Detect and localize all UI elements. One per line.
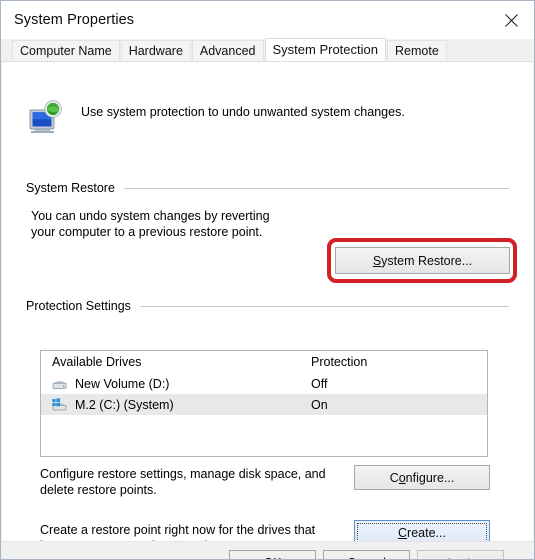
- column-header-protection: Protection: [311, 355, 368, 369]
- title-bar: System Properties: [1, 1, 534, 39]
- system-drive-windows-icon: [51, 397, 68, 412]
- create-description-line1: Create a restore point right now for the…: [40, 523, 316, 537]
- panel-header: Use system protection to undo unwanted s…: [26, 98, 405, 136]
- configure-description-line1: Configure restore settings, manage disk …: [40, 467, 326, 481]
- configure-button-accel: o: [398, 470, 406, 485]
- configure-button[interactable]: Configure...: [354, 465, 490, 490]
- window-title: System Properties: [14, 12, 135, 28]
- system-restore-description: You can undo system changes by reverting…: [31, 209, 321, 240]
- apply-button-label: Apply: [445, 556, 476, 560]
- column-header-available-drives: Available Drives: [52, 355, 142, 369]
- group-system-restore-header: System Restore: [26, 181, 509, 195]
- group-divider: [123, 187, 509, 189]
- group-system-restore-label: System Restore: [26, 181, 115, 195]
- tab-advanced[interactable]: Advanced: [191, 40, 264, 61]
- tab-remote[interactable]: Remote: [387, 40, 447, 61]
- group-divider: [139, 305, 509, 307]
- system-properties-window: System Properties Computer Name Hardware…: [0, 0, 535, 560]
- dialog-footer: OK Cancel Apply: [1, 541, 534, 560]
- group-protection-settings-label: Protection Settings: [26, 299, 131, 313]
- list-header-row: Available Drives Protection: [41, 351, 487, 373]
- group-protection-settings-header: Protection Settings: [26, 299, 509, 313]
- available-drives-list[interactable]: Available Drives Protection New Volume (…: [40, 350, 488, 457]
- system-restore-button[interactable]: System Restore...: [335, 247, 510, 274]
- system-restore-button-accel: S: [372, 253, 382, 268]
- configure-description: Configure restore settings, manage disk …: [40, 467, 350, 498]
- create-button-label: Create...: [398, 526, 446, 540]
- configure-button-rest: nfigure...: [405, 470, 455, 485]
- tab-computer-name[interactable]: Computer Name: [12, 40, 120, 61]
- configure-description-line2: delete restore points.: [40, 482, 157, 497]
- configure-button-pre: C: [389, 470, 399, 485]
- table-row[interactable]: M.2 (C:) (System) On: [41, 394, 487, 415]
- apply-button-accel: A: [445, 556, 453, 560]
- system-restore-button-label: System Restore...: [373, 254, 472, 268]
- ok-button[interactable]: OK: [229, 550, 316, 559]
- table-row[interactable]: New Volume (D:) Off: [41, 373, 487, 394]
- apply-button-rest: pply: [453, 556, 476, 560]
- system-protection-computer-icon: [26, 98, 64, 136]
- create-button-accel: C: [398, 525, 408, 540]
- tab-hardware[interactable]: Hardware: [120, 40, 191, 61]
- panel-header-text: Use system protection to undo unwanted s…: [81, 105, 405, 119]
- configure-button-label: Configure...: [390, 471, 455, 485]
- create-button-rest: reate...: [407, 525, 446, 540]
- cancel-button[interactable]: Cancel: [323, 550, 410, 559]
- system-protection-panel: Use system protection to undo unwanted s…: [1, 62, 534, 553]
- system-restore-description-line2: your computer to a previous restore poin…: [31, 224, 263, 239]
- drive-name: M.2 (C:) (System): [75, 397, 174, 412]
- system-restore-button-rest: ystem Restore...: [381, 253, 473, 268]
- close-button[interactable]: [488, 1, 534, 39]
- tab-strip: Computer Name Hardware Advanced System P…: [1, 38, 534, 62]
- hard-drive-icon: [51, 377, 68, 391]
- drive-protection-status: Off: [311, 376, 328, 391]
- tab-system-protection[interactable]: System Protection: [264, 38, 386, 61]
- system-restore-description-line1: You can undo system changes by reverting: [31, 209, 270, 223]
- apply-button[interactable]: Apply: [417, 550, 504, 560]
- drive-protection-status: On: [311, 397, 328, 412]
- close-icon: [504, 13, 518, 27]
- drive-name: New Volume (D:): [75, 376, 170, 391]
